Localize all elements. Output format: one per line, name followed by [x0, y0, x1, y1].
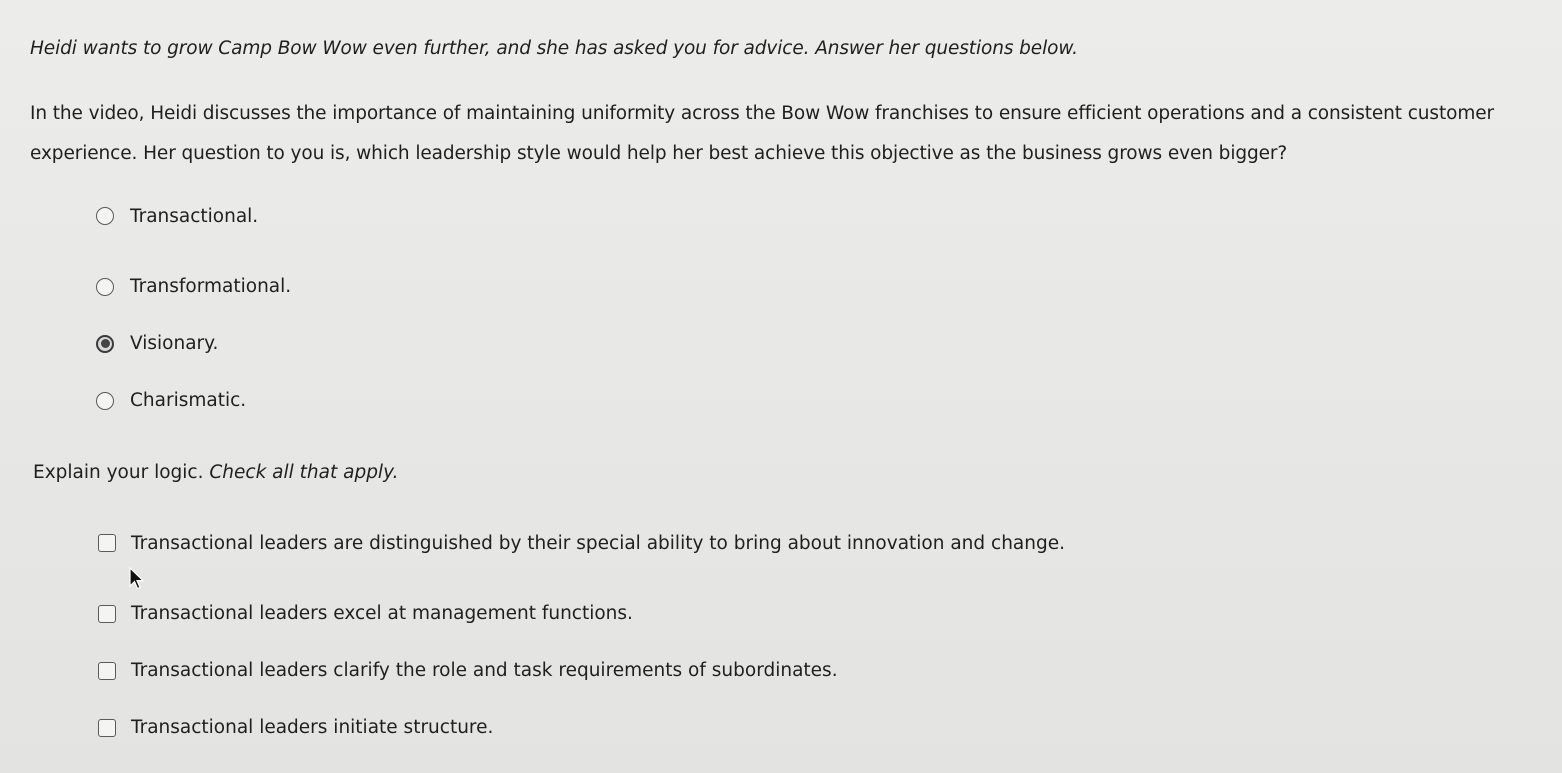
option-transformational[interactable]: Transformational. — [96, 258, 291, 315]
checkbox-empty-icon[interactable] — [98, 604, 116, 623]
checkbox-empty-icon[interactable] — [98, 534, 116, 552]
logic-checklist: Transactional leaders are distinguished … — [98, 528, 1065, 756]
option-label: Transactional. — [130, 205, 259, 227]
option-charismatic[interactable]: Charismatic. — [96, 372, 291, 429]
option-label: Transformational. — [130, 276, 292, 297]
option-label: Visionary. — [130, 333, 219, 354]
radio-empty-icon[interactable] — [96, 207, 114, 225]
check-innovation[interactable]: Transactional leaders are distinguished … — [98, 528, 1065, 558]
checkbox-empty-icon[interactable] — [98, 718, 116, 737]
explain-label: Explain your logic. — [33, 462, 204, 483]
question-page: Heidi wants to grow Camp Bow Wow even fu… — [0, 0, 1562, 773]
check-label: Transactional leaders initiate structure… — [131, 717, 494, 738]
check-label: Transactional leaders excel at managemen… — [131, 603, 633, 624]
check-initiate-structure[interactable]: Transactional leaders initiate structure… — [98, 699, 1065, 756]
radio-empty-icon[interactable] — [96, 391, 114, 410]
question-text: In the video, Heidi discusses the import… — [30, 103, 1495, 164]
checkbox-empty-icon[interactable] — [98, 661, 116, 680]
explain-instruction: Check all that apply. — [209, 462, 399, 483]
leadership-style-options: Transactional. Transformational. Visiona… — [96, 201, 291, 429]
option-label: Charismatic. — [130, 390, 247, 411]
intro-text: Heidi wants to grow Camp Bow Wow even fu… — [30, 38, 1078, 59]
check-management[interactable]: Transactional leaders excel at managemen… — [98, 585, 1065, 642]
explain-heading: Explain your logic. Check all that apply… — [33, 462, 398, 483]
check-label: Transactional leaders clarify the role a… — [131, 660, 838, 681]
option-visionary[interactable]: Visionary. — [96, 315, 291, 372]
check-label: Transactional leaders are distinguished … — [131, 532, 1065, 554]
mouse-pointer-icon — [129, 567, 145, 590]
radio-empty-icon[interactable] — [96, 277, 114, 296]
option-transactional[interactable]: Transactional. — [96, 201, 291, 231]
radio-filled-icon[interactable] — [96, 334, 114, 353]
check-clarify-roles[interactable]: Transactional leaders clarify the role a… — [98, 642, 1065, 699]
